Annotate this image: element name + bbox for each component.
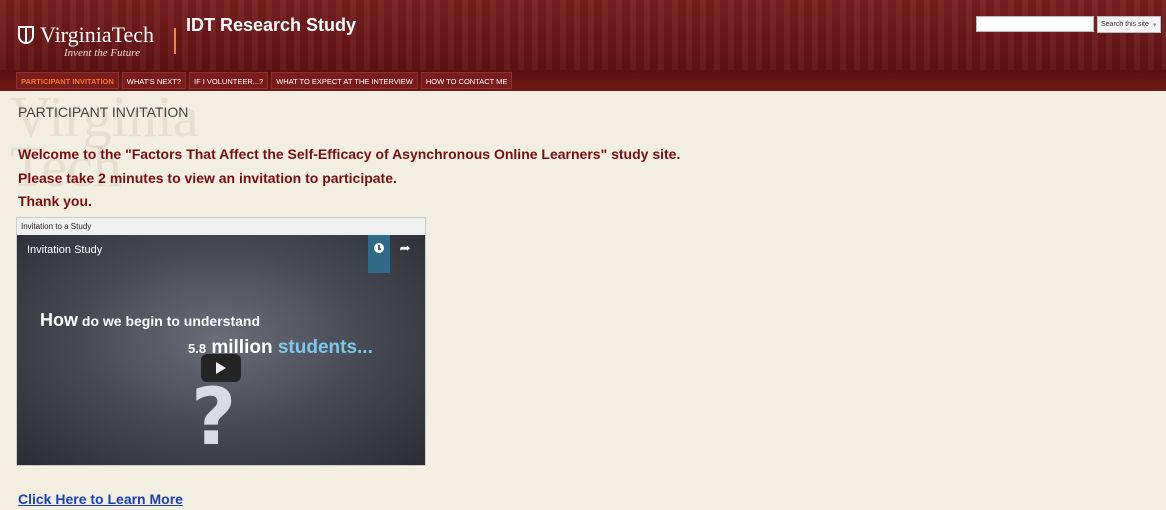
logo-text: VirginiaTech bbox=[40, 22, 155, 47]
share-icon[interactable]: ➦ bbox=[399, 241, 410, 255]
site-title[interactable]: IDT Research Study bbox=[186, 15, 356, 36]
video-title[interactable]: Invitation Study bbox=[27, 244, 102, 256]
tab-if-i-volunteer[interactable]: IF I VOLUNTEER...? bbox=[189, 72, 269, 89]
welcome-message: Welcome to the "Factors That Affect the … bbox=[18, 146, 681, 162]
play-button[interactable] bbox=[201, 354, 241, 382]
learn-more-link[interactable]: Click Here to Learn More bbox=[18, 491, 183, 507]
tab-what-to-expect[interactable]: WHAT TO EXPECT AT THE INTERVIEW bbox=[271, 72, 418, 89]
header-divider bbox=[174, 28, 176, 54]
page-title: PARTICIPANT INVITATION bbox=[18, 104, 189, 120]
video-player[interactable]: Invitation Study ➦ How do we begin to un… bbox=[17, 235, 425, 465]
invitation-instruction: Please take 2 minutes to view an invitat… bbox=[18, 170, 397, 186]
chevron-down-icon[interactable]: ▾ bbox=[1153, 21, 1157, 29]
question-mark-graphic: ? bbox=[191, 373, 237, 463]
logo-tagline: Invent the Future bbox=[64, 47, 140, 59]
vt-shield-icon bbox=[18, 26, 34, 44]
video-widget-label: Invitation to a Study bbox=[17, 218, 425, 236]
video-caption-line1: How do we begin to understand bbox=[40, 310, 260, 331]
video-caption-how: How bbox=[40, 310, 78, 330]
clock-icon bbox=[374, 243, 384, 253]
tab-how-to-contact[interactable]: HOW TO CONTACT ME bbox=[420, 72, 513, 89]
virginia-tech-logo[interactable]: VirginiaTech Invent the Future bbox=[18, 24, 154, 59]
site-header: VirginiaTech Invent the Future IDT Resea… bbox=[0, 0, 1166, 70]
video-caption-rest: do we begin to understand bbox=[78, 313, 260, 329]
play-icon bbox=[216, 362, 226, 374]
thank-you-text: Thank you. bbox=[18, 193, 92, 209]
watch-later-button[interactable] bbox=[368, 235, 390, 273]
video-widget: Invitation to a Study Invitation Study ➦… bbox=[16, 217, 426, 466]
search-button-label: Search this site bbox=[1101, 21, 1149, 28]
search-input[interactable] bbox=[976, 16, 1094, 32]
video-caption-students: students... bbox=[272, 337, 373, 358]
search-button[interactable]: Search this site ▾ bbox=[1097, 16, 1161, 33]
